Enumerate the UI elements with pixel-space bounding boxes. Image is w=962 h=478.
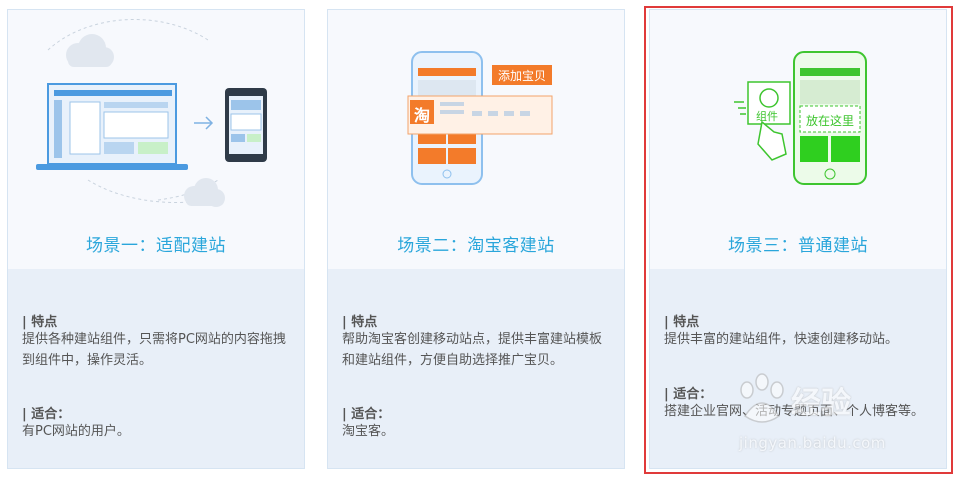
hand-cursor-icon [757,120,787,161]
feature-description: 帮助淘宝客创建移动站点，提供丰富建站模板和建站组件，方便自助选择推广宝贝。 [342,332,603,368]
arrow-right-icon [194,116,214,130]
card-title: 场景一：适配建站 [86,236,226,256]
scene-card-1[interactable]: 场景一：适配建站 | 特点 提供各种建站组件，只需将PC网站的内容拖拽到组件中，… [7,9,305,469]
feature-description: 提供丰富的建站组件，快速创建移动站。 [664,332,899,347]
feature-heading: | 特点 [664,315,700,330]
normal-site-illustration [734,51,867,185]
taobao-logo-text: 淘 [413,106,430,125]
card-details: | 特点 帮助淘宝客创建移动站点，提供丰富建站模板和建站组件，方便自助选择推广宝… [328,269,624,468]
fit-description: 有PC网站的用户。 [22,424,130,439]
scene-card-3[interactable]: 组件 放在这里 场景三：普通建站 | 特点 提供丰富的建站组件，快速创建移动站。… [649,9,947,469]
card-title: 场景二：淘宝客建站 [397,236,555,256]
fit-heading: | 适合： [664,387,713,402]
laptop-icon [36,83,188,170]
card-details: | 特点 提供各种建站组件，只需将PC网站的内容拖拽到组件中，操作灵活。 | 适… [8,269,304,468]
card-header-area: 场景一：适配建站 [8,10,304,269]
feature-heading: | 特点 [342,315,378,330]
phone-icon [225,88,267,162]
widget-label: 组件 [756,110,778,123]
fit-heading: | 适合： [342,407,391,422]
card-details: | 特点 提供丰富的建站组件，快速创建移动站。 | 适合： 搭建企业官网、活动专… [650,269,946,468]
add-item-tag: 添加宝贝 [497,69,546,83]
scene-card-2[interactable]: 添加宝贝 淘 场景二：淘宝客建站 | 特点 帮助淘宝客创建移动站点，提供丰富建站… [327,9,625,469]
adaptive-site-illustration [36,19,267,207]
card-title: 场景三：普通建站 [728,236,868,256]
cloud-icon [184,178,225,207]
fit-description: 淘宝客。 [342,424,395,439]
drop-zone-label: 放在这里 [805,114,854,128]
fit-heading: | 适合： [22,407,71,422]
card-header-area: 组件 放在这里 场景三：普通建站 [650,10,946,269]
card-header-area: 添加宝贝 淘 场景二：淘宝客建站 [328,10,624,269]
taobao-site-illustration [407,51,553,185]
feature-heading: | 特点 [22,315,58,330]
fit-description: 搭建企业官网、活动专题页面、个人博客等。 [664,404,925,419]
cloud-icon [66,34,114,67]
feature-description: 提供各种建站组件，只需将PC网站的内容拖拽到组件中，操作灵活。 [22,332,286,368]
